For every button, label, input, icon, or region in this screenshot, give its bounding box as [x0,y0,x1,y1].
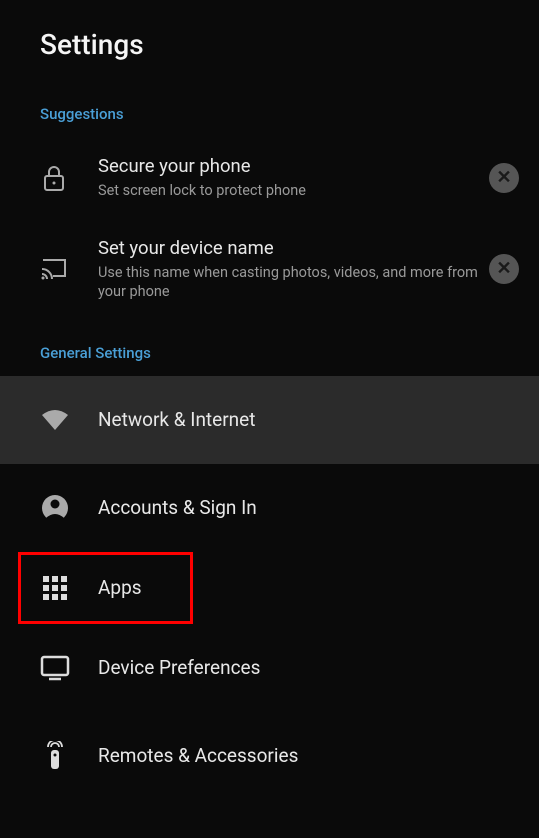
apps-icon [40,573,70,603]
settings-label: Network & Internet [98,408,255,431]
page-header: Settings [0,0,539,81]
settings-item-remotes[interactable]: Remotes & Accessories [0,712,539,800]
lock-icon [40,164,68,192]
remote-icon [40,741,70,771]
settings-label: Device Preferences [98,656,260,679]
cast-icon [40,257,68,281]
account-icon [40,493,70,523]
suggestion-title: Secure your phone [98,155,479,177]
tv-icon [40,653,70,683]
close-icon: ✕ [496,169,511,187]
dismiss-button[interactable]: ✕ [489,163,519,193]
settings-label: Apps [98,576,142,599]
suggestion-desc: Set screen lock to protect phone [98,181,479,201]
dismiss-button[interactable]: ✕ [489,254,519,284]
settings-item-network[interactable]: Network & Internet [0,376,539,464]
wifi-icon [40,405,70,435]
suggestion-text: Set your device name Use this name when … [98,237,489,302]
suggestions-section-header: Suggestions [0,81,539,137]
general-section-header: General Settings [0,320,539,376]
settings-item-device-prefs[interactable]: Device Preferences [0,624,539,712]
close-icon: ✕ [496,260,511,278]
page-title: Settings [40,28,539,61]
settings-label: Remotes & Accessories [98,744,298,767]
suggestion-title: Set your device name [98,237,479,259]
suggestion-desc: Use this name when casting photos, video… [98,263,479,302]
settings-item-accounts[interactable]: Accounts & Sign In [0,464,539,552]
settings-item-apps[interactable]: Apps [18,552,193,624]
suggestion-secure-phone[interactable]: Secure your phone Set screen lock to pro… [0,137,539,219]
suggestion-device-name[interactable]: Set your device name Use this name when … [0,219,539,320]
suggestion-text: Secure your phone Set screen lock to pro… [98,155,489,201]
settings-label: Accounts & Sign In [98,496,257,519]
